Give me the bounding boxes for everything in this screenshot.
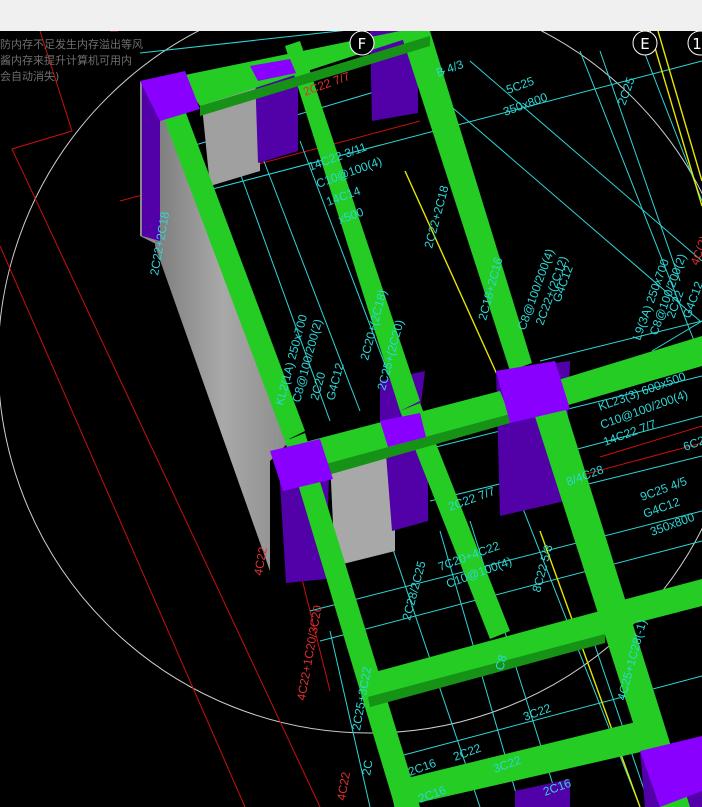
annotation-text: 2C22 7/7 [446,484,497,514]
drawing-canvas[interactable]: F E 1 2C22 7/7 B 4/3 5C25 350x800 2C25 2… [0,31,702,807]
annotation-text: 3C22 [521,701,553,724]
annotation-text: 2C [359,759,376,777]
annotation-text: G4C12 [323,361,346,402]
notice-line-3: 会自动消失) [0,70,60,83]
axis-bubble-1: 1 [687,31,702,56]
axis-label-E: E [640,35,649,53]
notice-line-1: 防内存不足发生内存溢出等风 [0,38,143,51]
annotation-text: 6C2 [681,433,702,454]
axis-bubble-F: F [349,31,375,56]
app-toolbar [0,0,702,32]
axis-label-F: F [358,35,367,53]
annotation-text: 4C22 [251,546,270,577]
notice-line-2: 酱内存来提升计算机可用内 [0,54,132,67]
axis-label-1: 1 [692,35,702,53]
memory-warning-notice: 防内存不足发生内存溢出等风 酱内存来提升计算机可用内 会自动消失) [0,37,143,85]
annotation-text: 2C28/2C25 [399,559,428,622]
axis-bubble-E: E [632,31,658,56]
annotation-text: 5C25 [504,74,536,97]
annotation-text: 8C22 5/3 [529,543,555,594]
annotation-text: 2C22 [451,741,483,764]
annotation-text: 2C25 [615,75,638,107]
cad-3d-viewport[interactable]: F E 1 2C22 7/7 B 4/3 5C25 350x800 2C25 2… [0,31,702,807]
annotation-text: 4C22 [334,771,353,802]
